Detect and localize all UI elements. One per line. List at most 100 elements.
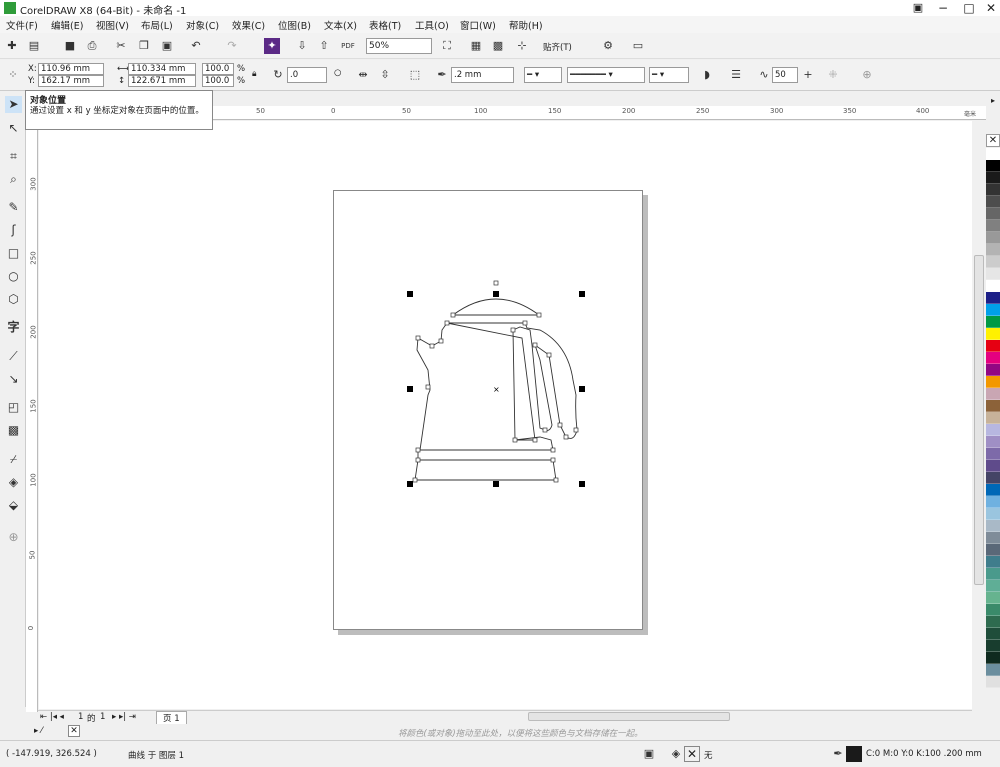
palette-swatch[interactable] xyxy=(986,208,1000,220)
selection-handle xyxy=(493,291,499,297)
palette-swatch[interactable] xyxy=(986,460,1000,472)
selection-handle xyxy=(407,291,413,297)
node xyxy=(429,343,435,349)
node xyxy=(550,447,556,453)
palette-swatch[interactable] xyxy=(986,196,1000,208)
node xyxy=(557,422,563,428)
palette-swatch[interactable] xyxy=(986,400,1000,412)
palette-swatch[interactable] xyxy=(986,472,1000,484)
node xyxy=(532,437,538,443)
vertical-scroll-thumb[interactable] xyxy=(974,255,984,585)
palette-swatch[interactable] xyxy=(986,292,1000,304)
palette-scroll-up-icon[interactable]: ▸ xyxy=(986,96,1000,108)
palette-swatch[interactable] xyxy=(986,352,1000,364)
page-tab[interactable]: 页 1 xyxy=(156,711,187,725)
doc-no-color-swatch[interactable]: ✕ xyxy=(68,725,80,737)
status-bar: ( -147.919, 326.524 ) 曲线 于 图层 1 ▣ ◈ ✕ 无 … xyxy=(0,740,1000,767)
node xyxy=(553,477,559,483)
fill-bucket-icon: ◈ xyxy=(671,747,681,760)
color-palette xyxy=(986,148,1000,723)
outline-color-swatch xyxy=(846,746,862,762)
kettle-handle xyxy=(446,322,578,441)
palette-swatch[interactable] xyxy=(986,232,1000,244)
current-page-number: 1 xyxy=(78,712,84,722)
palette-swatch[interactable] xyxy=(986,388,1000,400)
palette-swatch[interactable] xyxy=(986,544,1000,556)
palette-swatch[interactable] xyxy=(986,604,1000,616)
palette-swatch[interactable] xyxy=(986,340,1000,352)
palette-swatch[interactable] xyxy=(986,496,1000,508)
selection-handle xyxy=(407,386,413,392)
palette-swatch[interactable] xyxy=(986,316,1000,328)
palette-swatch[interactable] xyxy=(986,376,1000,388)
node xyxy=(546,352,552,358)
palette-swatch[interactable] xyxy=(986,652,1000,664)
palette-swatch[interactable] xyxy=(986,436,1000,448)
palette-swatch[interactable] xyxy=(986,508,1000,520)
palette-swatch[interactable] xyxy=(986,328,1000,340)
palette-swatch[interactable] xyxy=(986,172,1000,184)
palette-swatch[interactable] xyxy=(986,448,1000,460)
horizontal-scroll-thumb[interactable] xyxy=(528,712,730,721)
palette-swatch[interactable] xyxy=(986,256,1000,268)
color-proof-icon[interactable]: ▣ xyxy=(641,746,657,762)
palette-swatch[interactable] xyxy=(986,184,1000,196)
node xyxy=(415,447,421,453)
cursor-coordinates: ( -147.919, 326.524 ) xyxy=(6,749,97,759)
first-page-icon[interactable]: ⇤ |◂ ◂ xyxy=(40,712,64,722)
node xyxy=(522,320,528,326)
palette-swatch[interactable] xyxy=(986,484,1000,496)
selection-handle xyxy=(493,481,499,487)
palette-swatch[interactable] xyxy=(986,520,1000,532)
palette-swatch[interactable] xyxy=(986,280,1000,292)
no-color-swatch[interactable]: ✕ xyxy=(986,134,1000,147)
palette-swatch[interactable] xyxy=(986,244,1000,256)
palette-swatch[interactable] xyxy=(986,268,1000,280)
tooltip-body: 通过设置 x 和 y 坐标定对象在页面中的位置。 xyxy=(30,106,204,116)
node xyxy=(536,312,542,318)
outline-pen-status-icon: ✒ xyxy=(833,747,843,760)
selection-handle xyxy=(579,481,585,487)
palette-swatch[interactable] xyxy=(986,580,1000,592)
fill-status: 无 xyxy=(704,751,713,761)
doc-palette-arrows-icon[interactable]: ▸ ⁄ xyxy=(34,726,42,736)
node xyxy=(563,434,569,440)
palette-swatch[interactable] xyxy=(986,532,1000,544)
palette-swatch[interactable] xyxy=(986,568,1000,580)
next-page-icon[interactable]: ▸ ▸| ⇥ xyxy=(112,712,136,722)
palette-swatch[interactable] xyxy=(986,616,1000,628)
node xyxy=(512,437,518,443)
palette-swatch[interactable] xyxy=(986,676,1000,688)
node xyxy=(493,280,499,286)
selection-handle xyxy=(579,291,585,297)
palette-swatch[interactable] xyxy=(986,664,1000,676)
palette-swatch[interactable] xyxy=(986,640,1000,652)
palette-swatch[interactable] xyxy=(986,412,1000,424)
palette-swatch[interactable] xyxy=(986,160,1000,172)
outline-status: C:0 M:0 Y:0 K:100 .200 mm xyxy=(866,749,982,759)
palette-swatch[interactable] xyxy=(986,628,1000,640)
fill-none-swatch: ✕ xyxy=(684,746,700,762)
node xyxy=(510,327,516,333)
kettle-base xyxy=(414,459,557,481)
palette-swatch[interactable] xyxy=(986,424,1000,436)
node xyxy=(415,457,421,463)
node xyxy=(550,457,556,463)
page-of-label: 的 xyxy=(87,714,96,724)
palette-swatch[interactable] xyxy=(986,148,1000,160)
node xyxy=(425,384,431,390)
palette-swatch[interactable] xyxy=(986,592,1000,604)
palette-swatch[interactable] xyxy=(986,556,1000,568)
node xyxy=(412,477,418,483)
selection-handle xyxy=(579,386,585,392)
palette-swatch[interactable] xyxy=(986,220,1000,232)
selection-center-marker: × xyxy=(493,385,500,394)
document-palette-bar: ▸ ⁄ ✕ 将颜色(或对象)拖动至此处，以便将这些颜色与文档存储在一起。 xyxy=(28,724,972,740)
object-info: 曲线 于 图层 1 xyxy=(128,751,185,761)
palette-swatch[interactable] xyxy=(986,364,1000,376)
node xyxy=(450,312,456,318)
node xyxy=(444,320,450,326)
palette-swatch[interactable] xyxy=(986,304,1000,316)
node xyxy=(415,335,421,341)
selection-handle xyxy=(407,481,413,487)
